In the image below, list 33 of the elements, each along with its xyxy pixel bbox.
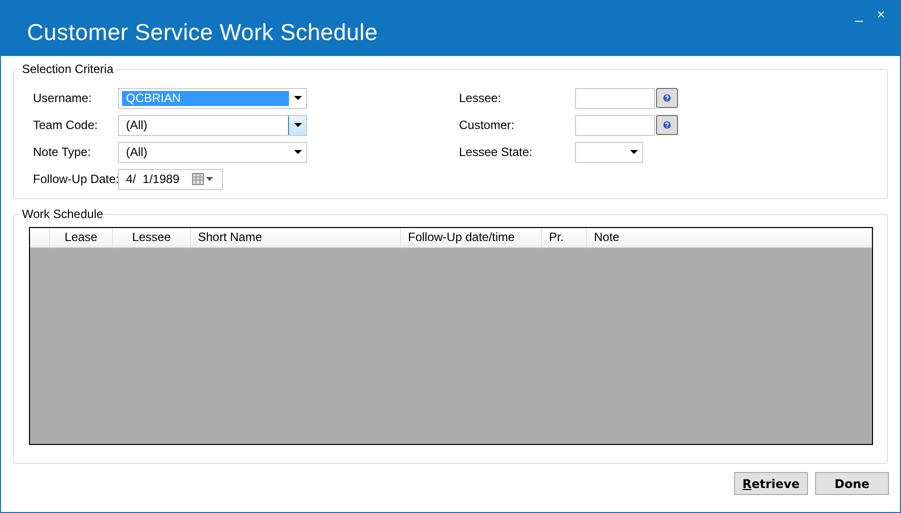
dropdown-arrow-icon	[294, 96, 302, 100]
window-control[interactable]: ×	[870, 6, 892, 22]
input-field[interactable]	[575, 114, 655, 136]
column-header[interactable]: Pr.	[542, 228, 587, 247]
column-header[interactable]: Follow-Up date/time	[401, 228, 542, 247]
field-label: Customer:	[459, 118, 516, 132]
field-label: Team Code:	[33, 118, 99, 132]
window-title: Customer Service Work Schedule	[27, 19, 379, 46]
field-label: Lessee:	[459, 91, 502, 105]
group-title: Work Schedule	[20, 207, 106, 221]
column-header[interactable]: Lease	[50, 228, 113, 247]
window-control[interactable]: _	[848, 6, 870, 22]
field-label: Follow-Up Date:	[33, 172, 118, 186]
action-button[interactable]: Done	[815, 472, 889, 495]
column-header[interactable]: Note	[587, 228, 872, 247]
calendar-icon	[192, 173, 214, 185]
column-header[interactable]: Lessee	[113, 228, 191, 247]
field-label: Note Type:	[33, 145, 92, 159]
dropdown-field[interactable]	[575, 142, 643, 162]
group-title: Selection Criteria	[20, 62, 116, 76]
dropdown-arrow-icon	[294, 123, 302, 127]
action-button[interactable]: Retrieve	[734, 472, 808, 495]
field-label: Lessee State:	[459, 145, 534, 159]
help-button[interactable]	[656, 115, 678, 135]
dropdown-arrow-icon	[630, 150, 638, 154]
dropdown-field[interactable]: (All)	[118, 142, 307, 162]
dropdown-arrow-icon	[294, 150, 302, 154]
date-picker[interactable]: 4/ 1/1989	[118, 168, 223, 190]
input-field[interactable]	[575, 88, 655, 108]
dropdown-field[interactable]: (All)	[118, 114, 307, 136]
field-label: Username:	[33, 91, 93, 105]
help-button[interactable]	[656, 88, 678, 108]
column-header[interactable]: Short Name	[191, 228, 401, 247]
